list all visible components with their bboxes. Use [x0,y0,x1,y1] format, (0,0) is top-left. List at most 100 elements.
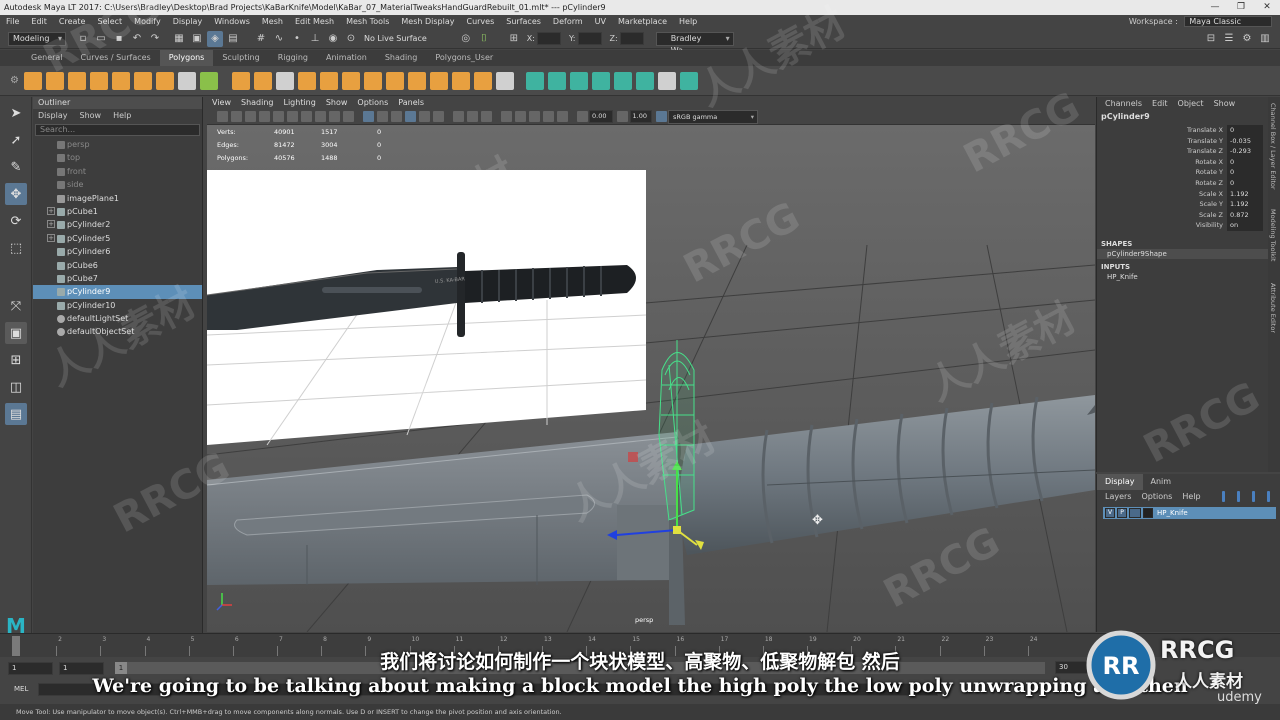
snap-surface-icon[interactable]: ◉ [325,31,341,47]
checker-icon[interactable] [658,71,676,90]
layer-name[interactable]: HP_Knife [1157,509,1188,517]
outliner-menu-show[interactable]: Show [80,109,102,122]
channel-box-icon[interactable]: ▥ [1257,31,1273,47]
cb-menu-channels[interactable]: Channels [1105,97,1142,111]
shape-node[interactable]: pCylinder9Shape [1097,248,1268,259]
bevel-icon[interactable] [386,71,404,90]
uv-unfold-icon[interactable] [614,71,632,90]
viewport-menu-options[interactable]: Options [352,97,393,109]
z-field[interactable] [619,32,644,45]
attribute-value-field[interactable]: 1.192 [1227,188,1263,200]
grid-toggle-icon[interactable] [272,111,284,122]
new-layer-selected-icon[interactable] [1266,491,1270,502]
layer-menu-layers[interactable]: Layers [1105,490,1131,503]
select-hierarchy-icon[interactable]: ▦ [171,31,187,47]
layer-display-type[interactable] [1129,508,1141,518]
field-chart-icon[interactable] [328,111,340,122]
outliner-item-front[interactable]: front [33,165,202,178]
fill-hole-icon[interactable] [408,71,426,90]
outliner-item-top[interactable]: top [33,151,202,164]
four-view-layout-icon[interactable]: ⊞ [5,349,27,371]
close-button[interactable]: ✕ [1254,0,1280,15]
poly-plane-icon[interactable] [134,71,152,90]
attribute-value-field[interactable]: 0 [1227,156,1263,168]
expand-icon[interactable]: + [47,220,55,229]
last-tool-icon[interactable]: ⤧ [5,295,27,317]
poly-cone-icon[interactable] [90,71,108,90]
attribute-name[interactable]: Translate Z [1097,146,1227,157]
boolean-icon[interactable] [320,71,338,90]
poly-sphere-icon[interactable] [24,71,42,90]
scale-tool-icon[interactable]: ⬚ [5,237,27,259]
outliner-item-pcylinder6[interactable]: pCylinder6 [33,245,202,258]
side-tab-attribute-editor[interactable]: Attribute Editor [1269,283,1277,333]
shelf-tab-sculpting[interactable]: Sculpting [213,50,268,66]
minimize-button[interactable]: — [1202,0,1228,15]
outliner-menu-display[interactable]: Display [38,109,68,122]
separate-icon[interactable] [254,71,272,90]
expand-icon[interactable]: + [47,233,55,242]
bookmarks-icon[interactable] [244,111,256,122]
xray-components-icon[interactable] [480,111,492,122]
menu-edit-mesh[interactable]: Edit Mesh [289,15,340,29]
xray-icon[interactable] [452,111,464,122]
wireframe-icon[interactable] [362,111,374,122]
layer-row[interactable]: V P HP_Knife [1103,507,1276,519]
gate-mask-icon[interactable] [314,111,326,122]
layer-menu-help[interactable]: Help [1182,490,1200,503]
attribute-name[interactable]: Rotate X [1097,157,1227,168]
menu-mesh-display[interactable]: Mesh Display [395,15,460,29]
snap-grid-icon[interactable]: # [253,31,269,47]
image-plane-icon[interactable] [258,111,270,122]
user-account-dropdown[interactable]: Bradley Wa... [655,31,734,55]
shelf-tab-polygons-user[interactable]: Polygons_User [426,50,502,66]
viewport-menu-view[interactable]: View [207,97,236,109]
attribute-value-field[interactable]: 0 [1227,177,1263,189]
uv-spherical-icon[interactable] [570,71,588,90]
wireframe-on-shaded-icon[interactable] [390,111,402,122]
new-layer-icon[interactable] [1251,491,1256,502]
symmetry-icon[interactable]: ⌷ [476,31,492,47]
attribute-editor-icon[interactable]: ☰ [1221,31,1237,47]
extrude-icon[interactable] [364,71,382,90]
menu-help[interactable]: Help [673,15,703,29]
shadows-icon[interactable] [432,111,444,122]
make-live-icon[interactable]: ⊙ [343,31,359,47]
layer-menu-options[interactable]: Options [1141,490,1172,503]
menu-edit[interactable]: Edit [25,15,53,29]
viewport-menu-panels[interactable]: Panels [393,97,429,109]
shelf-options-icon[interactable]: ⚙ [10,75,22,86]
move-layer-down-icon[interactable] [1236,491,1241,502]
side-tab-modeling-toolkit[interactable]: Modeling Toolkit [1269,209,1277,261]
gamma-field[interactable]: 1.00 [629,110,652,123]
antialiasing-icon[interactable] [528,111,540,122]
mirror-icon[interactable] [298,71,316,90]
insert-edge-loop-icon[interactable] [452,71,470,90]
poly-platonic-icon[interactable] [178,71,196,90]
gamma-icon[interactable] [617,111,628,122]
attribute-value-field[interactable]: 0 [1227,125,1263,136]
outliner-item-persp[interactable]: persp [33,138,202,151]
cb-menu-show[interactable]: Show [1214,97,1236,111]
attribute-name[interactable]: Rotate Y [1097,167,1227,178]
safe-action-icon[interactable] [342,111,354,122]
motion-blur-icon[interactable] [514,111,526,122]
transform-field-icon[interactable]: ⊞ [506,31,522,47]
append-polygon-icon[interactable] [430,71,448,90]
modeling-toolkit-icon[interactable]: ⊟ [1203,31,1219,47]
snap-curve-icon[interactable]: ∿ [271,31,287,47]
attribute-name[interactable]: Scale X [1097,189,1227,200]
outliner-search-input[interactable]: Search... [35,124,200,136]
smooth-shade-icon[interactable] [376,111,388,122]
menu-deform[interactable]: Deform [547,15,589,29]
select-camera-icon[interactable] [216,111,228,122]
attribute-name[interactable]: Translate Y [1097,136,1227,147]
viewport-menu-lighting[interactable]: Lighting [278,97,320,109]
isolate-select-icon[interactable] [556,111,568,122]
x-field[interactable] [536,32,561,45]
layer-visibility-toggle[interactable]: V [1105,508,1115,518]
y-field[interactable] [577,32,602,45]
camera-attributes-icon[interactable] [230,111,242,122]
outliner-item-pcylinder2[interactable]: + pCylinder2 [33,218,202,231]
attribute-name[interactable]: Translate X [1097,125,1227,136]
